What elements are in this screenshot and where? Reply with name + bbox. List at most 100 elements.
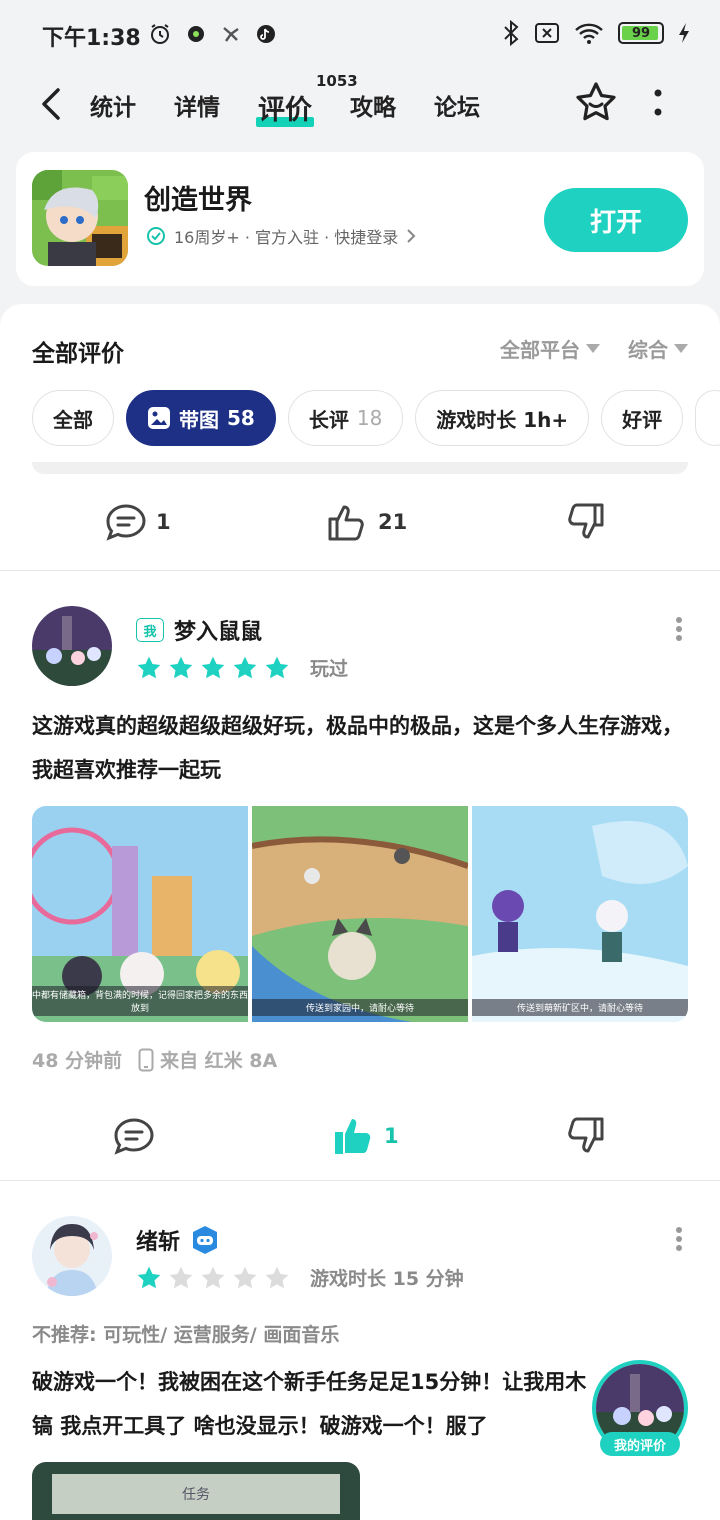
platform-filter[interactable]: 全部平台 bbox=[500, 334, 600, 363]
avatar[interactable] bbox=[32, 1216, 112, 1296]
open-game-button[interactable]: 打开 bbox=[544, 188, 688, 252]
played-tag: 玩过 bbox=[310, 658, 349, 680]
like-count: 1 bbox=[384, 1124, 399, 1148]
chip-label: 全部 bbox=[53, 407, 93, 432]
gamer-badge-icon bbox=[193, 1226, 218, 1254]
chip-long-review[interactable]: 长评 18 bbox=[287, 390, 404, 446]
review-time: 48 分钟前 bbox=[32, 1050, 123, 1072]
comment-button[interactable]: 1 bbox=[104, 502, 171, 542]
review-text[interactable]: 破游戏一个！我被困在这个新手任务足足15分钟！让我用木镐 我点开工具了 啥也没显… bbox=[32, 1360, 592, 1448]
image-icon bbox=[148, 407, 170, 429]
more-vertical-icon[interactable] bbox=[674, 616, 684, 642]
chip-label: 好评 bbox=[622, 407, 663, 432]
phone-icon bbox=[138, 1048, 154, 1071]
thumbs-down-icon bbox=[568, 1117, 604, 1153]
username: 绪斩 bbox=[136, 1230, 181, 1255]
username: 梦入鼠鼠 bbox=[174, 620, 263, 645]
more-vertical-icon[interactable] bbox=[674, 1226, 684, 1252]
chip-label: 游戏时长 1h+ bbox=[436, 407, 569, 432]
star-empty-icon bbox=[265, 1266, 289, 1288]
chip-label: 长评 bbox=[308, 407, 349, 432]
star-filled-icon bbox=[233, 656, 257, 678]
like-button[interactable]: 1 bbox=[332, 1116, 399, 1156]
thumbs-up-filled-icon bbox=[335, 1119, 371, 1154]
like-button[interactable]: 21 bbox=[326, 502, 407, 542]
chip-count: 58 bbox=[227, 406, 255, 430]
review-image[interactable]: 传送到萌新矿区中，请耐心等待 bbox=[472, 806, 688, 1022]
star-empty-icon bbox=[169, 1266, 193, 1288]
more-vertical-icon[interactable] bbox=[652, 88, 664, 118]
reviews-panel: 全部评价 全部平台 综合 全部 带图 58 长评 18 游戏时长 1h+ 好评 1… bbox=[0, 304, 720, 1520]
app-notification-icon bbox=[188, 26, 204, 42]
top-nav: 统计 详情 评价 攻略 论坛 1053 bbox=[0, 72, 720, 136]
status-time: 下午1:38 bbox=[42, 26, 141, 51]
review-image[interactable]: 任务 bbox=[32, 1462, 360, 1520]
tab-reviews[interactable]: 评价 bbox=[256, 88, 314, 127]
tab-forum[interactable]: 论坛 bbox=[434, 88, 480, 127]
dislike-button[interactable] bbox=[562, 1116, 606, 1156]
prev-review-actions: 1 21 bbox=[0, 494, 720, 554]
game-title: 创造世界 bbox=[144, 185, 252, 216]
review-meta: 48 分钟前 来自 红米 8A bbox=[32, 1046, 277, 1073]
platform-filter-label: 全部平台 bbox=[500, 338, 580, 362]
divider bbox=[0, 570, 720, 571]
game-meta[interactable]: 16周岁+ · 官方入驻 · 快捷登录 bbox=[146, 224, 416, 248]
fan-notification-icon bbox=[223, 27, 239, 42]
avatar[interactable] bbox=[32, 606, 112, 686]
thumbs-down-icon bbox=[568, 503, 604, 539]
not-recommend-tags: 不推荐: 可玩性/ 运营服务/ 画面音乐 bbox=[32, 1324, 340, 1346]
sort-filter[interactable]: 综合 bbox=[628, 334, 688, 363]
comment-icon bbox=[106, 504, 146, 541]
tiktok-notification-icon bbox=[257, 25, 275, 43]
review-image[interactable]: 传送到家园中，请耐心等待 bbox=[252, 806, 468, 1022]
comment-button[interactable] bbox=[112, 1116, 156, 1156]
rating-stars: 游戏时长 15 分钟 bbox=[136, 1264, 464, 1291]
image-caption: 传送到萌新矿区中，请耐心等待 bbox=[472, 999, 688, 1016]
star-filled-icon bbox=[137, 656, 161, 678]
chip-more[interactable] bbox=[695, 390, 720, 446]
review-actions: 1 bbox=[0, 1108, 720, 1168]
image-caption: 中都有储藏箱，背包满的时候，记得回家把多余的东西放到 bbox=[32, 986, 248, 1016]
caret-down-icon bbox=[586, 344, 600, 353]
my-review-label[interactable]: 我的评价 bbox=[600, 1432, 680, 1456]
comment-count: 1 bbox=[156, 510, 171, 534]
tab-guides[interactable]: 攻略 bbox=[350, 88, 396, 127]
all-reviews-title: 全部评价 bbox=[32, 341, 124, 367]
star-filled-icon bbox=[169, 656, 193, 678]
battery-icon: 99 bbox=[618, 22, 664, 44]
previous-review-tail bbox=[32, 462, 688, 474]
tab-details[interactable]: 详情 bbox=[174, 88, 220, 127]
review-image[interactable]: 中都有储藏箱，背包满的时候，记得回家把多余的东西放到 bbox=[32, 806, 248, 1022]
favorite-star-icon[interactable] bbox=[574, 80, 618, 124]
game-icon bbox=[32, 170, 128, 266]
review-user[interactable]: 绪斩 bbox=[136, 1224, 220, 1256]
sort-filter-label: 综合 bbox=[628, 338, 668, 362]
tab-stats[interactable]: 统计 bbox=[90, 88, 136, 127]
wifi-icon bbox=[575, 23, 603, 44]
review-images: 中都有储藏箱，背包满的时候，记得回家把多余的东西放到 传送到家园中，请耐心等待 … bbox=[32, 806, 688, 1022]
chip-all[interactable]: 全部 bbox=[32, 390, 114, 446]
playtime-tag: 游戏时长 15 分钟 bbox=[310, 1268, 464, 1290]
chip-positive[interactable]: 好评 bbox=[601, 390, 684, 446]
status-bar: 下午1:38 99 bbox=[0, 0, 720, 70]
star-filled-icon bbox=[137, 1266, 161, 1288]
review-count-badge: 1053 bbox=[316, 72, 358, 90]
star-empty-icon bbox=[233, 1266, 257, 1288]
battery-level: 99 bbox=[631, 25, 651, 41]
back-arrow-icon[interactable] bbox=[38, 86, 64, 122]
image-caption: 传送到家园中，请耐心等待 bbox=[252, 999, 468, 1016]
me-badge: 我 bbox=[136, 618, 164, 642]
review-user[interactable]: 我 梦入鼠鼠 bbox=[136, 614, 262, 646]
dislike-button[interactable] bbox=[562, 502, 606, 542]
chip-with-images[interactable]: 带图 58 bbox=[126, 390, 276, 446]
chip-playtime[interactable]: 游戏时长 1h+ bbox=[415, 390, 590, 446]
game-card[interactable]: 创造世界 16周岁+ · 官方入驻 · 快捷登录 打开 bbox=[16, 152, 704, 286]
review-device: 来自 红米 8A bbox=[160, 1050, 278, 1072]
review-text[interactable]: 这游戏真的超级超级超级好玩，极品中的极品，这是个多人生存游戏，我超喜欢推荐一起玩 bbox=[32, 704, 688, 792]
charging-icon bbox=[679, 23, 689, 43]
comment-icon bbox=[114, 1118, 154, 1155]
bluetooth-icon bbox=[504, 20, 519, 46]
like-count: 21 bbox=[378, 510, 408, 534]
caret-down-icon bbox=[674, 344, 688, 353]
chip-label: 带图 bbox=[179, 407, 219, 432]
